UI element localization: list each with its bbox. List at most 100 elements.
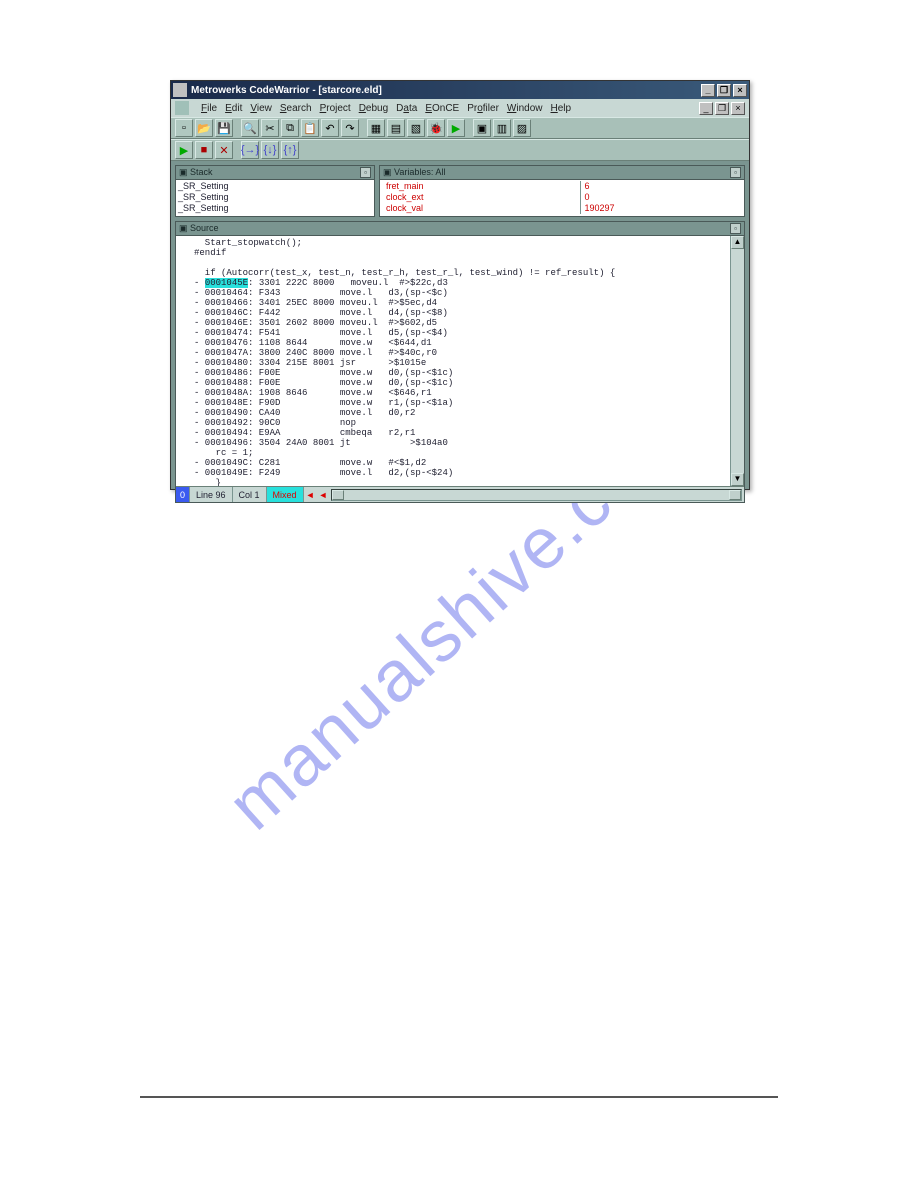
menu-eonce[interactable]: EOnCE (425, 103, 459, 114)
menu-help[interactable]: Help (551, 103, 572, 114)
hscroll-right-button[interactable] (729, 490, 741, 500)
new-file-button[interactable]: ▫ (175, 119, 193, 137)
pane2-button[interactable]: ▨ (513, 119, 531, 137)
debug-button[interactable]: 🐞 (427, 119, 445, 137)
stack-panel-body[interactable]: _SR_Setting _SR_Setting _SR_Setting (176, 180, 374, 216)
compile-button[interactable]: ▤ (387, 119, 405, 137)
footer-rule (140, 1096, 778, 1098)
variable-name: clock_ext (382, 192, 580, 203)
variables-panel-title: ▣ Variables: All ▫ (380, 166, 744, 180)
step-into-button[interactable]: {↓} (261, 141, 279, 159)
restore-button[interactable]: ❐ (717, 84, 731, 97)
close-button[interactable]: × (733, 84, 747, 97)
debug-kill-button[interactable]: ✕ (215, 141, 233, 159)
window-title: Metrowerks CodeWarrior - [starcore.eld] (191, 85, 701, 96)
browse-button[interactable]: ▣ (473, 119, 491, 137)
hscroll-track[interactable] (344, 490, 729, 500)
status-arrow-right[interactable]: ◄ (316, 490, 329, 500)
paste-button[interactable]: 📋 (301, 119, 319, 137)
stack-panel: ▣ Stack ▫ _SR_Setting _SR_Setting _SR_Se… (175, 165, 375, 217)
step-out-button[interactable]: {↑} (281, 141, 299, 159)
source-panel-toggle[interactable]: ▫ (730, 223, 741, 234)
cut-button[interactable]: ✂ (261, 119, 279, 137)
redo-button[interactable]: ↷ (341, 119, 359, 137)
variables-table: fret_main 6 clock_ext 0 clock_val 190297 (382, 181, 742, 214)
status-mode[interactable]: Mixed (267, 487, 304, 502)
source-gutter[interactable] (176, 236, 190, 486)
stack-item[interactable]: _SR_Setting (178, 192, 372, 203)
stack-title-icon: ▣ Stack (179, 167, 213, 178)
source-statusbar: 0 Line 96 Col 1 Mixed ◄ ◄ (176, 486, 744, 502)
menubar-icon (175, 101, 189, 115)
mdi-window-controls: _ ❐ × (699, 102, 745, 115)
upper-panels: ▣ Stack ▫ _SR_Setting _SR_Setting _SR_Se… (171, 161, 749, 221)
debug-stop-button[interactable]: ■ (195, 141, 213, 159)
menubar: File Edit View Search Project Debug Data… (171, 99, 749, 117)
variable-name: fret_main (382, 181, 580, 192)
variable-value: 0 (580, 192, 742, 203)
project-button[interactable]: ▦ (367, 119, 385, 137)
status-line: Line 96 (190, 487, 233, 502)
app-icon (173, 83, 187, 97)
variables-panel: ▣ Variables: All ▫ fret_main 6 clock_ext… (379, 165, 745, 217)
current-pc-highlight: 0001045E (205, 278, 248, 288)
app-window: Metrowerks CodeWarrior - [starcore.eld] … (170, 80, 750, 490)
horizontal-scrollbar[interactable] (331, 489, 742, 501)
vertical-scrollbar[interactable]: ▲ ▼ (730, 236, 744, 486)
variables-panel-toggle[interactable]: ▫ (730, 167, 741, 178)
copy-button[interactable]: ⧉ (281, 119, 299, 137)
code-after: : 3301 222C 8000 moveu.l #>$22c,d3 - 000… (194, 278, 453, 486)
menu-edit[interactable]: Edit (225, 103, 242, 114)
window-controls: _ ❐ × (701, 84, 747, 97)
variable-name: clock_val (382, 203, 580, 214)
toolbar-separator-3 (467, 119, 471, 137)
variable-row[interactable]: fret_main 6 (382, 181, 742, 192)
stack-panel-toggle[interactable]: ▫ (360, 167, 371, 178)
source-body: Start_stopwatch(); #endif if (Autocorr(t… (176, 236, 744, 486)
titlebar: Metrowerks CodeWarrior - [starcore.eld] … (171, 81, 749, 99)
source-title-icon: ▣ Source (179, 223, 219, 234)
menu-file[interactable]: File (201, 103, 217, 114)
run-button[interactable]: ▶ (447, 119, 465, 137)
find-button[interactable]: 🔍 (241, 119, 259, 137)
stack-item[interactable]: _SR_Setting (178, 181, 372, 192)
debug-separator (235, 141, 239, 159)
menu-search[interactable]: Search (280, 103, 312, 114)
toolbar-separator-2 (361, 119, 365, 137)
scroll-track[interactable] (731, 249, 744, 473)
pane1-button[interactable]: ▥ (493, 119, 511, 137)
variable-row[interactable]: clock_val 190297 (382, 203, 742, 214)
status-arrow-left[interactable]: ◄ (304, 490, 317, 500)
mdi-restore-button[interactable]: ❐ (715, 102, 729, 115)
menu-project[interactable]: Project (320, 103, 351, 114)
hscroll-left-button[interactable] (332, 490, 344, 500)
save-button[interactable]: 💾 (215, 119, 233, 137)
source-panel-title: ▣ Source ▫ (176, 222, 744, 236)
menu-profiler[interactable]: Profiler (467, 103, 499, 114)
status-indicator[interactable]: 0 (176, 487, 190, 502)
mdi-close-button[interactable]: × (731, 102, 745, 115)
undo-button[interactable]: ↶ (321, 119, 339, 137)
make-button[interactable]: ▧ (407, 119, 425, 137)
menu-window[interactable]: Window (507, 103, 543, 114)
variable-row[interactable]: clock_ext 0 (382, 192, 742, 203)
scroll-down-button[interactable]: ▼ (731, 473, 744, 486)
code-pre: Start_stopwatch(); #endif if (Autocorr(t… (194, 238, 615, 278)
variables-panel-body[interactable]: fret_main 6 clock_ext 0 clock_val 190297 (380, 180, 744, 216)
scroll-up-button[interactable]: ▲ (731, 236, 744, 249)
toolbar-separator (235, 119, 239, 137)
stack-panel-title: ▣ Stack ▫ (176, 166, 374, 180)
variable-value: 190297 (580, 203, 742, 214)
menu-debug[interactable]: Debug (359, 103, 388, 114)
open-button[interactable]: 📂 (195, 119, 213, 137)
step-over-button[interactable]: {→} (241, 141, 259, 159)
status-col: Col 1 (233, 487, 267, 502)
stack-item[interactable]: _SR_Setting (178, 203, 372, 214)
minimize-button[interactable]: _ (701, 84, 715, 97)
menu-data[interactable]: Data (396, 103, 417, 114)
source-panel: ▣ Source ▫ Start_stopwatch(); #endif if … (175, 221, 745, 503)
source-code-area[interactable]: Start_stopwatch(); #endif if (Autocorr(t… (190, 236, 730, 486)
debug-run-button[interactable]: ▶ (175, 141, 193, 159)
mdi-minimize-button[interactable]: _ (699, 102, 713, 115)
menu-view[interactable]: View (250, 103, 272, 114)
